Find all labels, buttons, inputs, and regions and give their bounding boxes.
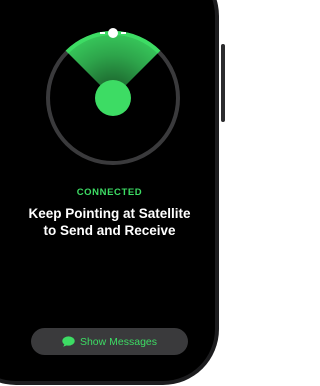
satellite-dot <box>108 28 118 38</box>
device-dot <box>95 80 131 116</box>
pointing-instruction: Keep Pointing at Satellite to Send and R… <box>28 206 191 238</box>
connection-status: CONNECTED <box>76 187 143 198</box>
message-bubble-icon <box>62 336 75 347</box>
phone-frame: CONNECTED Keep Pointing at Satellite to … <box>0 0 226 386</box>
show-messages-label: Show Messages <box>79 335 158 348</box>
show-messages-button[interactable]: Show Messages <box>31 328 188 355</box>
